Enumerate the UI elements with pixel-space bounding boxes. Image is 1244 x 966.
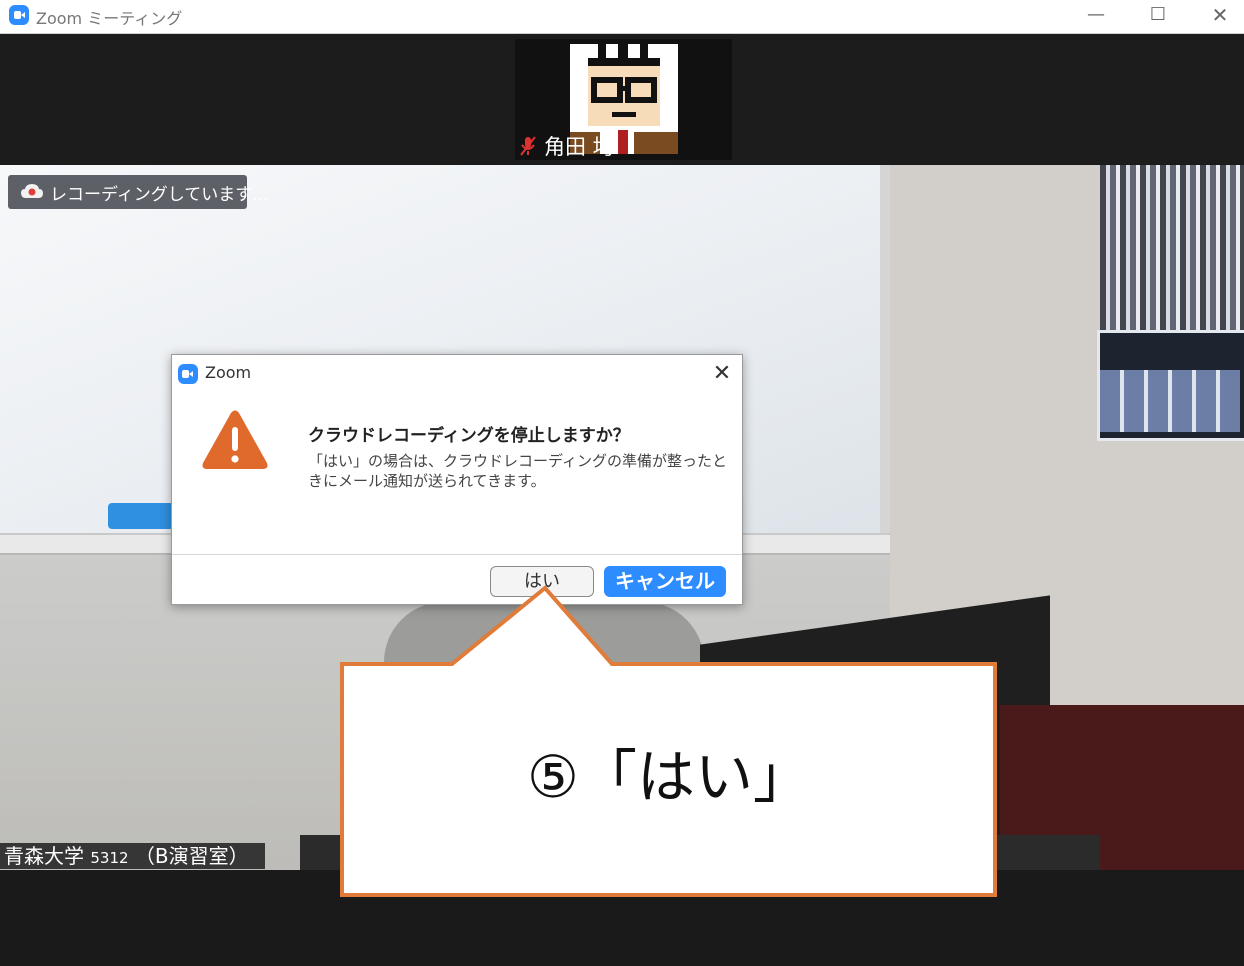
poster-grid [1100, 370, 1240, 432]
warning-icon [202, 410, 268, 469]
window-title: Zoom ミーティング [36, 9, 183, 28]
room-type: （B演習室） [134, 844, 249, 868]
bottom-bar [0, 870, 1244, 966]
eraser [108, 503, 174, 529]
title-bar: Zoom ミーティング — ☐ ✕ [0, 0, 1244, 34]
poster [1100, 165, 1244, 330]
cancel-button[interactable]: キャンセル [604, 566, 726, 597]
maximize-button[interactable]: ☐ [1128, 0, 1188, 33]
callout-text: ⑤「はい」 [527, 743, 811, 811]
minimize-button[interactable]: — [1066, 0, 1126, 33]
dialog-divider [172, 554, 742, 555]
zoom-logo-icon [178, 364, 198, 384]
zoom-logo-icon [9, 5, 29, 25]
dialog-close-button[interactable]: ✕ [708, 360, 736, 388]
yes-button[interactable]: はい [490, 566, 594, 597]
recording-status-text: レコーディングしています... [50, 185, 269, 205]
room-number: 5312 [90, 849, 129, 867]
room-name: 青森大学 [4, 844, 84, 868]
participant-name: 角田 均 [544, 135, 614, 159]
dialog-title: Zoom [205, 363, 252, 382]
cloud-recording-icon [21, 184, 43, 198]
dialog-heading: クラウドレコーディングを停止しますか？ [308, 426, 630, 446]
video-name-label: 青森大学 5312 （B演習室） [0, 843, 265, 869]
dialog-message: 「はい」の場合は、クラウドレコーディングの準備が整ったときにメール通知が送られて… [308, 452, 727, 490]
desk-edge [300, 835, 1100, 870]
stop-recording-dialog: Zoom ✕ クラウドレコーディングを停止しますか？ 「はい」の場合は、クラウド… [171, 354, 743, 605]
close-window-button[interactable]: ✕ [1190, 0, 1244, 33]
